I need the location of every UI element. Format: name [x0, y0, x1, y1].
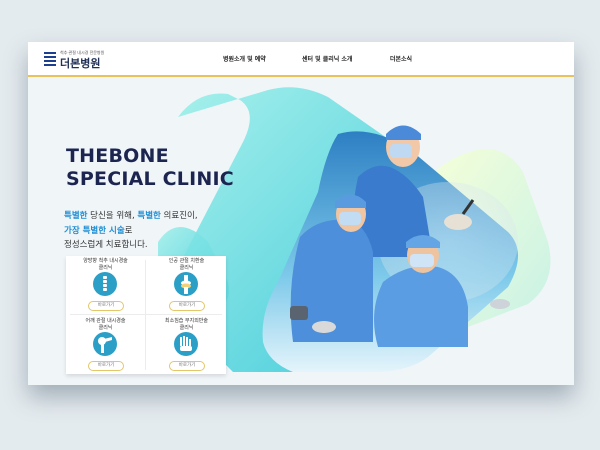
hero-title-line2: SPECIAL CLINIC: [66, 168, 234, 190]
nav-item-center-clinic[interactable]: 센터 및 클리닉 소개: [302, 54, 352, 63]
hospital-logo[interactable]: 척추·관절 내시경 전문병원 더본병원: [44, 50, 144, 70]
hero-description-line1: 특별한 당신을 위해, 특별한 의료진이,: [64, 211, 198, 221]
shoulder-icon: [93, 332, 117, 356]
clinic-card-grid: 양방향 척추 내시경술 클리닉 바로가기 인공 관절 치환술 클리닉 바로가기 어깨…: [66, 256, 226, 374]
hero-description-line3: 정성스럽게 치료합니다.: [64, 240, 148, 250]
clinic-spine-go-button[interactable]: 바로가기: [88, 301, 124, 311]
logo-mark-icon: [44, 52, 56, 66]
hero-title-line1: THEBONE: [66, 145, 169, 167]
clinic-knee-go-button[interactable]: 바로가기: [169, 301, 205, 311]
clinic-card-shoulder[interactable]: 어깨 관절 내시경술 클리닉 바로가기: [66, 316, 145, 374]
top-navigation-bar: 척추·관절 내시경 전문병원 더본병원 병원소개 및 예약 센터 및 클리닉 소…: [28, 42, 574, 77]
clinic-card-knee[interactable]: 인공 관절 치환술 클리닉 바로가기: [147, 256, 226, 314]
clinic-shoulder-go-button[interactable]: 바로가기: [88, 361, 124, 371]
nav-item-news[interactable]: 더본소식: [390, 54, 412, 63]
clinic-card-spine[interactable]: 양방향 척추 내시경술 클리닉 바로가기: [66, 256, 145, 314]
spine-icon: [93, 272, 117, 296]
clinic-card-foot[interactable]: 최소침습 무지외반술 클리닉 바로가기: [147, 316, 226, 374]
clinic-foot-go-button[interactable]: 바로가기: [169, 361, 205, 371]
hero-title: THEBONE SPECIAL CLINIC: [66, 145, 234, 191]
nav-item-hospital-intro[interactable]: 병원소개 및 예약: [223, 54, 266, 63]
logo-name: 더본병원: [60, 57, 101, 70]
browser-window: 척추·관절 내시경 전문병원 더본병원 병원소개 및 예약 센터 및 클리닉 소…: [28, 42, 574, 385]
foot-icon: [174, 332, 198, 356]
knee-joint-icon: [174, 272, 198, 296]
hero-description-line2: 가장 특별한 시술로: [64, 226, 133, 236]
